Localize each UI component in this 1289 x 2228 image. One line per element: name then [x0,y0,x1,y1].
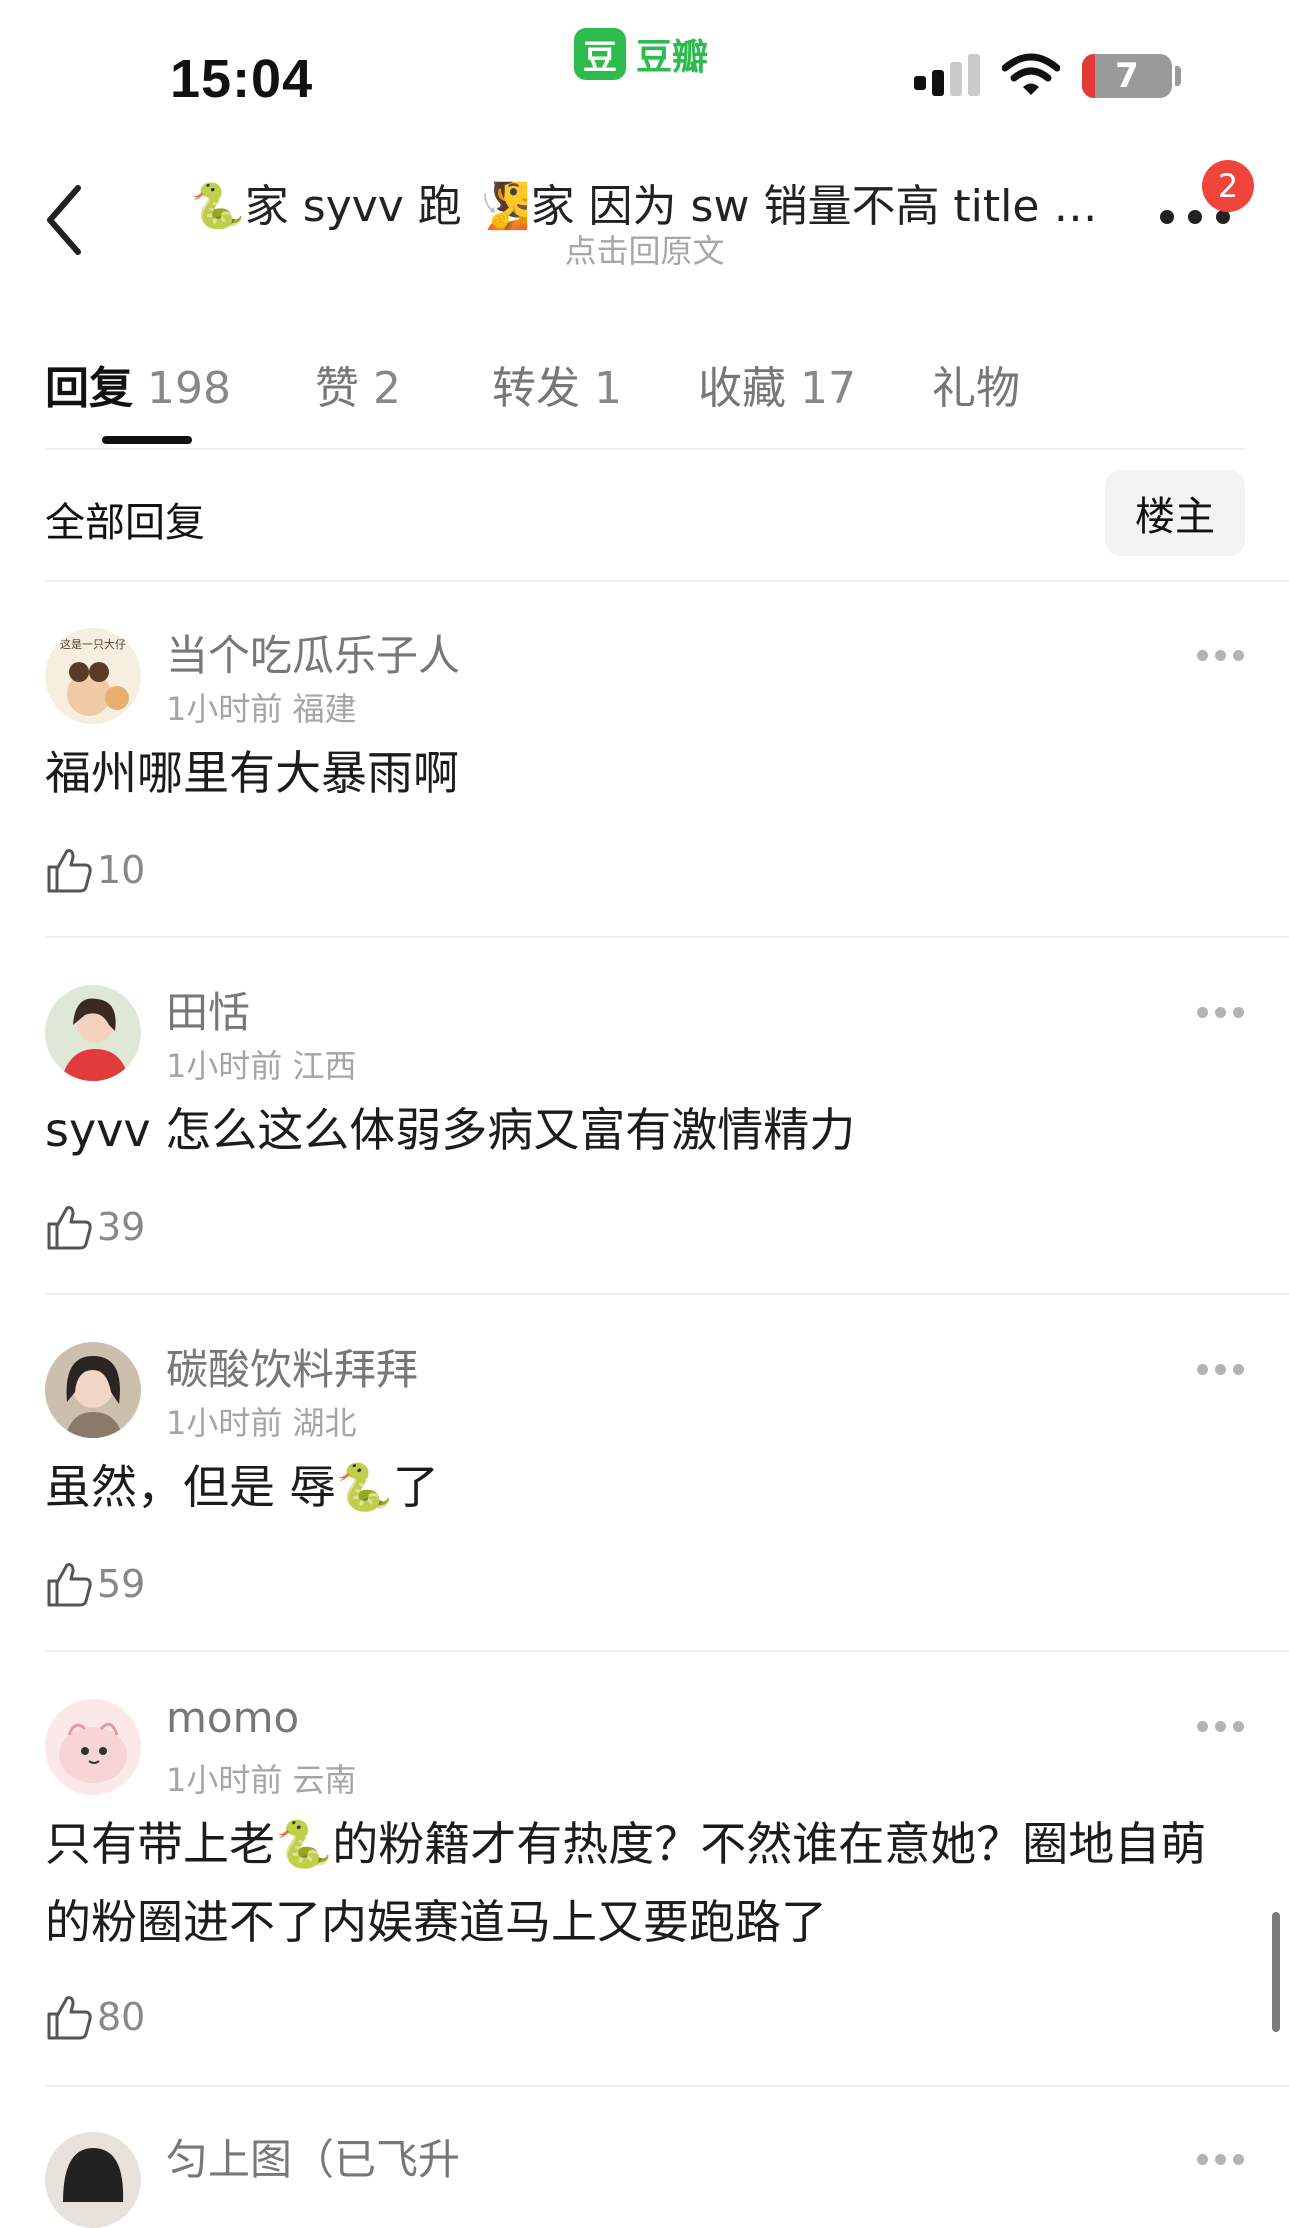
like-button[interactable]: 59 [45,1556,145,1612]
douban-icon: 豆 [574,28,626,80]
like-count: 10 [97,848,146,892]
like-count: 39 [97,1205,146,1249]
divider [45,1650,1289,1652]
battery-cap [1175,66,1181,86]
avatar[interactable] [45,1699,141,1795]
op-only-filter-button[interactable]: 楼主 [1105,470,1245,556]
tab-gifts[interactable]: 礼物 [932,352,1020,416]
comment-meta: 1小时前 云南 [166,1755,357,1801]
signal-icon [914,54,980,96]
avatar[interactable]: 这是一只大仔 [45,628,141,724]
like-button[interactable]: 10 [45,842,145,898]
all-replies-label: 全部回复 [45,500,205,546]
tab-count: 1 [594,363,622,414]
comment-text: syvv 怎么这么体弱多病又富有激情精力 [45,1103,856,1157]
like-count: 59 [97,1562,146,1606]
comment-meta: 1小时前 福建 [166,684,357,730]
like-button[interactable]: 39 [45,1199,145,1255]
status-bar: 15:04 豆 豆瓣 7 [0,0,1289,130]
tab-count: 2 [373,363,401,414]
battery-icon: 7 [1082,54,1172,98]
nav-header: 🐍家 syvv 跑 🧏家 因为 sw 销量不高 title 内… 点击回原文 2 [0,140,1289,280]
comment-time: 1小时前 [166,1404,283,1442]
app-badge: 豆 豆瓣 [574,28,708,80]
filter-row: 全部回复 楼主 [45,466,1245,564]
scrollbar[interactable] [1272,1912,1280,2032]
thumbs-up-icon [47,1206,92,1250]
status-time: 15:04 [170,49,314,109]
active-tab-indicator [102,436,192,444]
thumbs-up-icon [47,849,92,893]
tab-label: 赞 [315,363,359,414]
tab-reposts[interactable]: 转发 1 [492,352,622,416]
tab-label: 回复 [45,363,133,414]
comment-text: 只有带上老🐍的粉籍才有热度？不然谁在意她？圈地自萌的粉圈进不了内娱赛道马上又要跑… [45,1817,1207,1949]
tab-label: 收藏 [698,363,786,414]
avatar[interactable] [45,985,141,1081]
tab-bar: 回复 198 赞 2 转发 1 收藏 17 礼物 [45,340,1245,450]
comment-username[interactable]: 田恬 [166,979,250,1040]
avatar[interactable] [45,1342,141,1438]
comment-time: 1小时前 [166,1761,283,1799]
post-title[interactable]: 🐍家 syvv 跑 🧏家 因为 sw 销量不高 title 内… [190,170,1100,234]
comment-time: 1小时前 [166,1047,283,1085]
comment-meta: 1小时前 湖北 [166,1398,357,1444]
comment-text: 福州哪里有大暴雨啊 [45,746,459,800]
tab-label: 礼物 [932,363,1020,414]
divider [45,580,1289,582]
like-count: 80 [97,1995,146,2039]
comment-username[interactable]: 当个吃瓜乐子人 [166,622,460,683]
comment-text: 虽然，但是 辱🐍了 [45,1460,439,1514]
comment-username[interactable]: 碳酸饮料拜拜 [166,1336,418,1397]
back-to-post-link[interactable]: 点击回原文 [0,226,1289,272]
wifi-icon [1002,53,1060,95]
battery-level: 7 [1115,56,1139,96]
avatar[interactable] [45,2132,141,2228]
comment-time: 1小时前 [166,690,283,728]
thumbs-up-icon [47,1996,92,2040]
comment-username[interactable]: momo [166,1693,299,1742]
comment-location: 福建 [292,690,357,728]
avatar-caption: 这是一只大仔 [60,638,126,651]
more-icon[interactable] [1197,1007,1245,1021]
tab-likes[interactable]: 赞 2 [315,352,401,416]
divider [45,2085,1289,2087]
tab-collections[interactable]: 收藏 17 [698,352,856,416]
comment-location: 湖北 [292,1404,357,1442]
tab-count: 17 [800,363,856,414]
comment-location: 云南 [292,1761,357,1799]
like-button[interactable]: 80 [45,1989,145,2045]
more-icon[interactable] [1197,1364,1245,1378]
tab-replies[interactable]: 回复 198 [45,352,231,416]
comment-username[interactable]: 匀上图（已飞升 [166,2126,460,2187]
divider [45,1293,1289,1295]
app-name: 豆瓣 [636,37,709,78]
more-icon[interactable] [1197,1721,1245,1735]
notification-badge: 2 [1202,160,1254,212]
divider [45,936,1289,938]
comment-location: 江西 [292,1047,357,1085]
comment-meta: 1小时前 江西 [166,1041,357,1087]
tab-count: 198 [147,363,231,414]
tab-label: 转发 [492,363,580,414]
more-icon[interactable] [1197,2154,1245,2168]
thumbs-up-icon [47,1563,92,1607]
more-icon[interactable] [1197,650,1245,664]
